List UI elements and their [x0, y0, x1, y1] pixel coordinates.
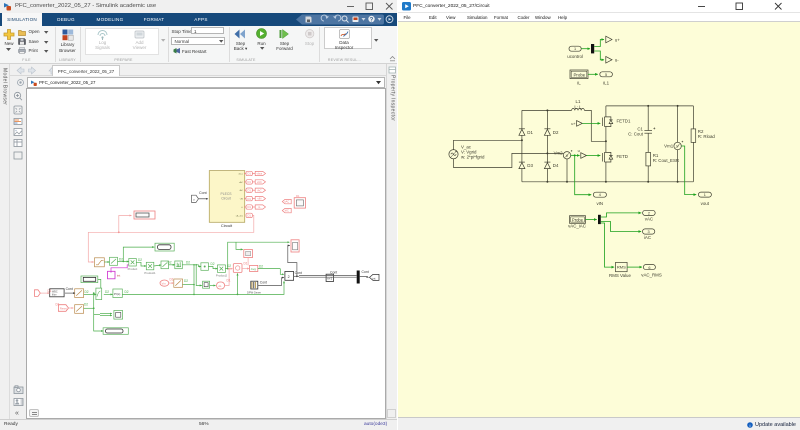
svg-text:D2: D2: [184, 279, 188, 283]
svg-text:iAC: iAC: [644, 235, 651, 240]
svg-text:L1: L1: [576, 99, 581, 104]
svg-text:R: Cout_ESR: R: Cout_ESR: [653, 158, 679, 163]
svg-text:3: 3: [648, 230, 650, 234]
svg-text:vAC: vAC: [645, 217, 653, 222]
svg-text:DPW Gener: DPW Gener: [247, 291, 261, 295]
svg-text:u-: u-: [615, 58, 619, 63]
svg-text:D2: D2: [211, 262, 215, 266]
svg-text:D2: D2: [105, 290, 109, 294]
svg-text:Avg: Avg: [251, 267, 256, 271]
svg-text:R: Rload: R: Rload: [698, 134, 716, 139]
svg-text:FETD: FETD: [617, 154, 628, 159]
svg-text:Product: Product: [128, 267, 138, 271]
svg-text:vAC: vAC: [284, 200, 289, 204]
svg-text:D3: D3: [527, 163, 533, 168]
svg-text:iL: iL: [577, 80, 581, 85]
svg-text:D2: D2: [84, 303, 88, 307]
svg-text:vout: vout: [701, 201, 710, 206]
svg-text:«: «: [15, 410, 19, 417]
svg-text:Probe: Probe: [572, 217, 584, 222]
svg-text:iAC: iAC: [285, 209, 289, 213]
svg-text:Cont: Cont: [330, 270, 337, 274]
svg-text:Vm: Vm: [162, 282, 167, 286]
svg-text:D2: D2: [553, 130, 559, 135]
svg-text:?: ?: [370, 17, 374, 23]
svg-text:D1: D1: [248, 188, 252, 192]
svg-text:4: 4: [599, 193, 601, 197]
svg-text:FETD1: FETD1: [617, 118, 631, 123]
svg-text:D2: D2: [168, 260, 172, 264]
svg-text:int: int: [373, 276, 376, 280]
svg-text:D1: D1: [248, 214, 252, 218]
svg-text:D1: D1: [296, 194, 300, 198]
svg-text:RMS: RMS: [617, 265, 626, 270]
svg-text:D2: D2: [227, 264, 231, 268]
svg-text:D1: D1: [527, 130, 533, 135]
svg-text:iL1: iL1: [603, 80, 609, 85]
svg-text:Vm2: Vm2: [554, 151, 564, 156]
svg-text:6: 6: [648, 266, 650, 270]
svg-text:D4: D4: [553, 163, 559, 168]
svg-text:ucontrol: ucontrol: [567, 54, 583, 59]
svg-text:D1: D1: [56, 302, 60, 306]
svg-text:filter: filter: [52, 293, 57, 296]
svg-text:Probe: Probe: [574, 73, 586, 78]
svg-text:Product1: Product1: [144, 271, 156, 275]
svg-text:Cont: Cont: [260, 281, 267, 285]
svg-text:D1: D1: [170, 278, 174, 282]
svg-text:vIN: vIN: [257, 197, 261, 201]
svg-text:Cont: Cont: [362, 270, 369, 274]
svg-text:u: u: [578, 149, 580, 153]
svg-text:uA_dist: uA_dist: [236, 214, 244, 217]
svg-text:D2: D2: [119, 258, 123, 262]
svg-text:iAC: iAC: [257, 188, 261, 192]
svg-text:vIN: vIN: [597, 201, 604, 206]
svg-text:D2: D2: [138, 258, 142, 262]
svg-text:PI(s): PI(s): [114, 292, 120, 296]
svg-text:D1: D1: [48, 289, 52, 293]
svg-text:PLECS: PLECS: [220, 192, 232, 196]
svg-text:u+: u+: [615, 37, 620, 42]
svg-text:D2: D2: [186, 260, 190, 264]
svg-text:2: 2: [648, 212, 650, 216]
svg-text:AL: AL: [218, 284, 222, 288]
svg-text:int: int: [117, 274, 120, 278]
svg-text:D1: D1: [248, 180, 252, 184]
svg-text:D2: D2: [125, 290, 129, 294]
svg-text:D1: D1: [248, 172, 252, 176]
svg-text:D1: D1: [248, 205, 252, 209]
svg-text:RMS Value: RMS Value: [609, 273, 631, 278]
svg-text:vIN: vIN: [240, 199, 244, 201]
svg-text:u+: u+: [571, 122, 576, 126]
svg-text:Cont: Cont: [295, 271, 302, 275]
svg-text:iAC: iAC: [239, 189, 243, 192]
svg-text:Product2: Product2: [216, 274, 228, 278]
svg-text:D2: D2: [259, 264, 263, 268]
svg-text:D2: D2: [85, 290, 89, 294]
svg-text:Vm1: Vm1: [664, 144, 674, 149]
svg-text:vAC_RMS: vAC_RMS: [641, 273, 662, 278]
svg-text:D1: D1: [244, 261, 248, 265]
svg-text:Circuit: Circuit: [221, 197, 231, 201]
svg-text:Cont: Cont: [199, 191, 207, 195]
svg-text:D1: D1: [248, 197, 252, 201]
svg-text:Circuit: Circuit: [221, 223, 233, 228]
svg-text:D1: D1: [227, 278, 231, 282]
svg-text:2: 2: [288, 275, 290, 279]
svg-text:Reset: Reset: [60, 306, 67, 310]
svg-text:vAC: vAC: [239, 181, 244, 184]
svg-text:5: 5: [605, 73, 607, 77]
svg-text:w: 2*pi*fgrid: w: 2*pi*fgrid: [461, 154, 485, 159]
svg-text:vAC: vAC: [257, 180, 262, 184]
svg-text:L: L: L: L: [574, 104, 582, 109]
svg-text:C: Cout: C: Cout: [628, 132, 644, 137]
svg-text:1: 1: [704, 193, 706, 197]
svg-text:1: 1: [574, 47, 576, 51]
svg-text:vAC_iAC: vAC_iAC: [568, 223, 586, 228]
svg-text:Cont: Cont: [66, 287, 73, 291]
svg-text:vbus: vbus: [257, 172, 263, 176]
